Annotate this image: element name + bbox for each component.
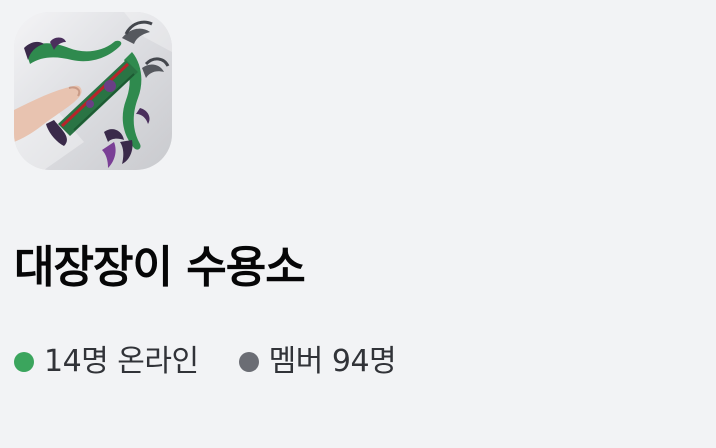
online-count-text: 14명 온라인 <box>44 344 199 379</box>
server-name: 대장장이 수용소 <box>14 242 306 293</box>
online-status-dot-icon <box>14 352 34 372</box>
server-stats: 14명 온라인 멤버 94명 <box>14 342 397 382</box>
server-icon <box>14 12 172 170</box>
member-count: 멤버 94명 <box>238 342 397 382</box>
online-count: 14명 온라인 <box>14 342 199 382</box>
member-count-text: 멤버 94명 <box>268 344 397 379</box>
member-status-dot-icon <box>238 352 259 372</box>
crossbow-image <box>14 12 172 170</box>
